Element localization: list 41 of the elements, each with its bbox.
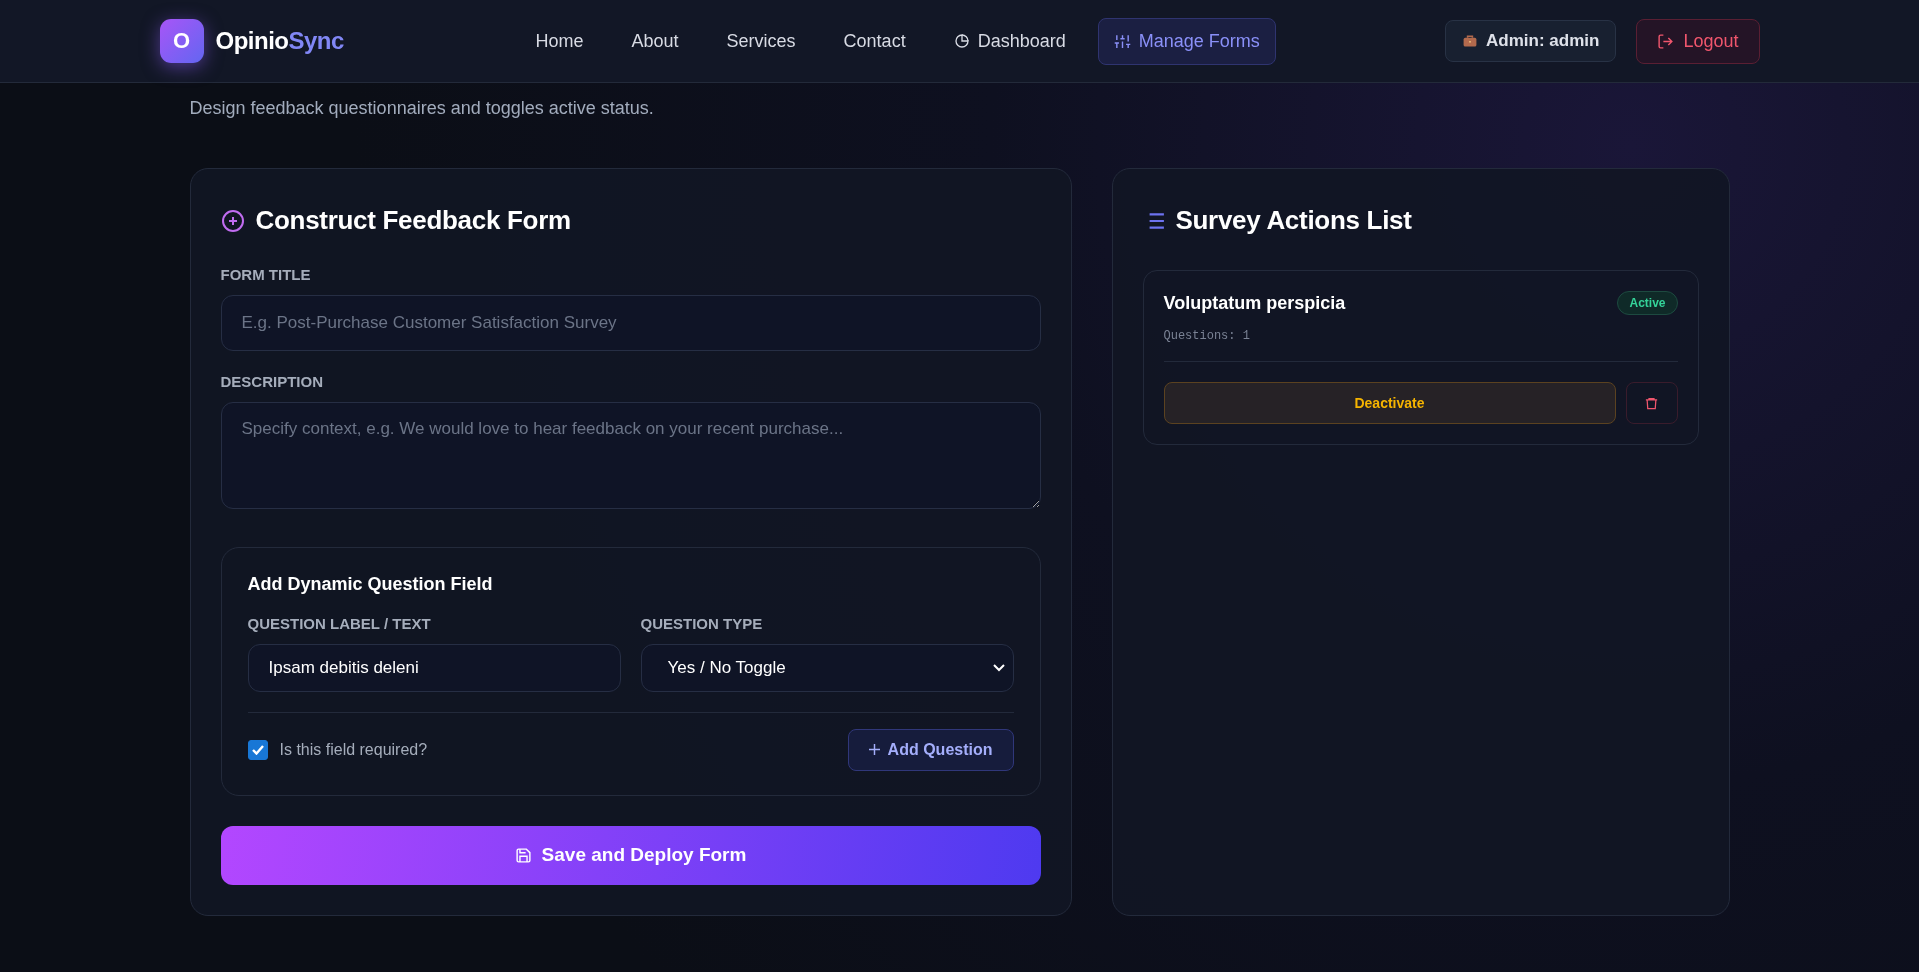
field-label: QUESTION TYPE	[640, 614, 764, 632]
logout-icon	[1657, 32, 1675, 50]
survey-title: Voluptatum perspicia	[1163, 292, 1346, 314]
pie-chart-icon	[953, 33, 970, 49]
logo-mark[interactable]: O	[159, 19, 204, 63]
briefcase-icon	[1462, 33, 1479, 49]
question-count: Questions: 1	[1163, 329, 1678, 362]
nav-link[interactable]: Services	[710, 17, 812, 65]
add-question-button[interactable]: Add Question	[847, 728, 1014, 771]
form-title-field[interactable]: E.g. Post-Purchase Customer Satisfaction Survey	[220, 295, 1041, 352]
description-field[interactable]: Specify context, e.g. We would love to hear feedback on your recent purchase...	[220, 402, 1041, 509]
card-title: Survey Actions List	[1175, 205, 1412, 236]
plus-circle-icon	[220, 208, 245, 233]
page-subtitle: Design feedback questionnaires and toggles active status.	[189, 98, 655, 119]
logout-button[interactable]: Logout	[1636, 18, 1760, 64]
chevron-down-icon	[992, 663, 1005, 672]
question-type-select[interactable]: Yes / No Toggle	[640, 643, 1014, 692]
save-button[interactable]: Save and Deploy Form	[220, 825, 1041, 885]
field-label: QUESTION LABEL / TEXT	[247, 614, 432, 632]
nav-link[interactable]: About	[615, 17, 695, 65]
nav-link[interactable]: Dashboard	[937, 17, 1082, 65]
field-label: FORM TITLE	[220, 266, 312, 283]
question-text-field[interactable]: Ipsam debitis deleni	[247, 643, 621, 692]
save-icon	[514, 846, 532, 864]
status-badge: Active	[1617, 291, 1678, 315]
toggle-status-button[interactable]: Deactivate	[1163, 382, 1616, 424]
plus-icon	[868, 744, 880, 756]
sliders-icon	[1113, 32, 1131, 50]
brand-name[interactable]: OpinioSync	[215, 27, 344, 55]
nav-link[interactable]: Home	[519, 17, 600, 65]
nav-link[interactable]: Manage Forms	[1097, 17, 1276, 65]
user-badge: Admin: admin	[1445, 20, 1617, 62]
field-label: DESCRIPTION	[220, 373, 324, 391]
panel-title: Add Dynamic Question Field	[247, 573, 494, 595]
card-title: Construct Feedback Form	[255, 205, 571, 236]
checkbox-label: Is this field required?	[279, 740, 428, 759]
nav-link[interactable]: Contact	[827, 17, 922, 65]
checkmark-icon	[251, 744, 264, 755]
required-checkbox[interactable]	[247, 739, 268, 760]
trash-icon	[1644, 395, 1659, 411]
delete-button[interactable]	[1625, 382, 1678, 424]
